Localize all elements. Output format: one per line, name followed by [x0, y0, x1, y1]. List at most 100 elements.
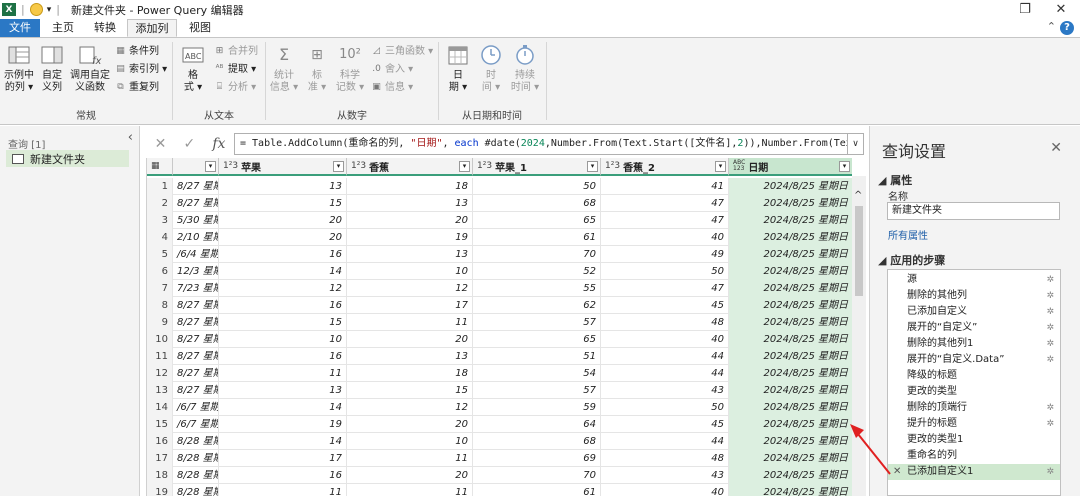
row-number[interactable]: 17 — [147, 450, 173, 467]
collapse-queries-icon[interactable]: ‹ — [128, 130, 133, 145]
table-row[interactable]: 118/27 星期二161351442024/8/25 星期日 — [147, 348, 852, 365]
table-cell[interactable]: 43 — [601, 467, 729, 484]
table-cell[interactable]: 68 — [473, 195, 601, 212]
column-header-1[interactable]: ▾ — [173, 158, 219, 176]
column-filter-icon[interactable]: ▾ — [205, 161, 216, 172]
table-cell[interactable]: 65 — [473, 331, 601, 348]
table-cell[interactable]: 20 — [347, 467, 473, 484]
table-cell[interactable]: 8/28 星期三 — [173, 484, 219, 496]
row-number[interactable]: 1 — [147, 178, 173, 195]
step-settings-gear-icon[interactable]: ✲ — [1046, 320, 1054, 336]
table-cell[interactable]: 2024/8/25 星期日 — [729, 280, 852, 297]
table-row[interactable]: 88/27 星期二161762452024/8/25 星期日 — [147, 297, 852, 314]
delete-step-icon[interactable]: ✕ — [893, 464, 901, 480]
row-number[interactable]: 2 — [147, 195, 173, 212]
table-cell[interactable]: 8/27 星期二 — [173, 178, 219, 195]
step-settings-gear-icon[interactable]: ✲ — [1046, 400, 1054, 416]
table-cell[interactable]: 8/27 星期二 — [173, 365, 219, 382]
applied-step[interactable]: 提升的标题 ✲ — [888, 416, 1060, 432]
restore-window-button[interactable]: ❐ — [1008, 0, 1042, 19]
table-cell[interactable]: 12 — [347, 399, 473, 416]
rounding-button[interactable]: .0 舍入 ▾ — [370, 62, 413, 77]
table-cell[interactable]: 13 — [219, 382, 347, 399]
table-cell[interactable]: 8/27 星期二 — [173, 297, 219, 314]
query-item[interactable]: 新建文件夹 — [6, 150, 129, 167]
table-cell[interactable]: 8/27 星期二 — [173, 348, 219, 365]
table-cell[interactable]: 62 — [473, 297, 601, 314]
table-row[interactable]: 188/28 星期三162070432024/8/25 星期日 — [147, 467, 852, 484]
table-cell[interactable]: 11 — [347, 314, 473, 331]
table-cell[interactable]: 45 — [601, 416, 729, 433]
table-cell[interactable]: 64 — [473, 416, 601, 433]
row-number[interactable]: 10 — [147, 331, 173, 348]
row-number[interactable]: 11 — [147, 348, 173, 365]
row-number[interactable]: 16 — [147, 433, 173, 450]
row-number[interactable]: 15 — [147, 416, 173, 433]
table-row[interactable]: 28/27 星期二151368472024/8/25 星期日 — [147, 195, 852, 212]
applied-step[interactable]: 展开的“自定义” ✲ — [888, 320, 1060, 336]
table-cell[interactable]: 65 — [473, 212, 601, 229]
smiley-feedback-icon[interactable] — [29, 3, 43, 16]
table-cell[interactable]: 20 — [219, 212, 347, 229]
table-cell[interactable]: 15 — [347, 382, 473, 399]
table-cell[interactable]: 14 — [219, 433, 347, 450]
row-number[interactable]: 9 — [147, 314, 173, 331]
table-row[interactable]: 178/28 星期三171169482024/8/25 星期日 — [147, 450, 852, 467]
table-cell[interactable]: 13 — [347, 195, 473, 212]
table-cell[interactable]: 54 — [473, 365, 601, 382]
table-cell[interactable]: 50 — [473, 178, 601, 195]
tab-add-column[interactable]: 添加列 — [127, 19, 177, 37]
table-cell[interactable]: 7/23 星期二 — [173, 280, 219, 297]
table-cell[interactable]: 2024/8/25 星期日 — [729, 467, 852, 484]
table-cell[interactable]: 51 — [473, 348, 601, 365]
table-cell[interactable]: 2024/8/25 星期日 — [729, 263, 852, 280]
table-cell[interactable]: 68 — [473, 433, 601, 450]
column-header-apple[interactable]: 1²3 苹果 ▾ — [219, 158, 347, 176]
table-cell[interactable]: 2024/8/25 星期日 — [729, 314, 852, 331]
table-row[interactable]: 108/27 星期二102065402024/8/25 星期日 — [147, 331, 852, 348]
table-cell[interactable]: 16 — [219, 246, 347, 263]
column-filter-icon[interactable]: ▾ — [839, 161, 850, 172]
table-cell[interactable]: 69 — [473, 450, 601, 467]
table-cell[interactable]: 18 — [347, 365, 473, 382]
table-cell[interactable]: 44 — [601, 433, 729, 450]
time-button[interactable]: 时 间 ▾ — [477, 42, 505, 94]
row-number[interactable]: 4 — [147, 229, 173, 246]
column-filter-icon[interactable]: ▾ — [459, 161, 470, 172]
row-number[interactable]: 14 — [147, 399, 173, 416]
table-cell[interactable]: 55 — [473, 280, 601, 297]
table-row[interactable]: 138/27 星期二131557432024/8/25 星期日 — [147, 382, 852, 399]
step-settings-gear-icon[interactable]: ✲ — [1046, 352, 1054, 368]
table-cell[interactable]: 2024/8/25 星期日 — [729, 297, 852, 314]
table-cell[interactable]: 5/30 星期四 — [173, 212, 219, 229]
information-button[interactable]: ▣ 信息 ▾ — [370, 80, 413, 95]
grid-vertical-scrollbar[interactable]: ^ — [852, 176, 866, 496]
row-number[interactable]: 6 — [147, 263, 173, 280]
table-cell[interactable]: 48 — [601, 450, 729, 467]
table-row[interactable]: 18/27 星期二131850412024/8/25 星期日 — [147, 178, 852, 195]
column-filter-icon[interactable]: ▾ — [333, 161, 344, 172]
tab-transform[interactable]: 转换 — [88, 19, 122, 37]
tab-file[interactable]: 文件 — [0, 19, 40, 37]
table-cell[interactable]: 2024/8/25 星期日 — [729, 331, 852, 348]
tab-home[interactable]: 主页 — [46, 19, 80, 37]
row-number[interactable]: 18 — [147, 467, 173, 484]
step-settings-gear-icon[interactable]: ✲ — [1046, 288, 1054, 304]
table-row[interactable]: 198/28 星期三111161402024/8/25 星期日 — [147, 484, 852, 496]
number-type-icon[interactable]: 1²3 — [605, 161, 620, 171]
table-cell[interactable]: 45 — [601, 297, 729, 314]
table-cell[interactable]: 50 — [601, 399, 729, 416]
table-cell[interactable]: 20 — [347, 416, 473, 433]
applied-step[interactable]: 降级的标题 — [888, 368, 1060, 384]
table-cell[interactable]: 2024/8/25 星期日 — [729, 433, 852, 450]
cancel-formula-icon[interactable]: ✕ — [155, 136, 167, 152]
quick-access-dropdown-icon[interactable]: ▾ — [47, 5, 52, 15]
applied-step[interactable]: ✕ 已添加自定义1 ✲ — [888, 464, 1060, 480]
column-header-banana[interactable]: 1²3 香蕉 ▾ — [347, 158, 473, 176]
table-cell[interactable]: 40 — [601, 229, 729, 246]
table-cell[interactable]: 8/28 星期三 — [173, 433, 219, 450]
extract-button[interactable]: ᴬᴮ 提取 ▾ — [213, 62, 257, 77]
table-cell[interactable]: 2024/8/25 星期日 — [729, 246, 852, 263]
table-cell[interactable]: 47 — [601, 212, 729, 229]
table-cell[interactable]: 41 — [601, 178, 729, 195]
